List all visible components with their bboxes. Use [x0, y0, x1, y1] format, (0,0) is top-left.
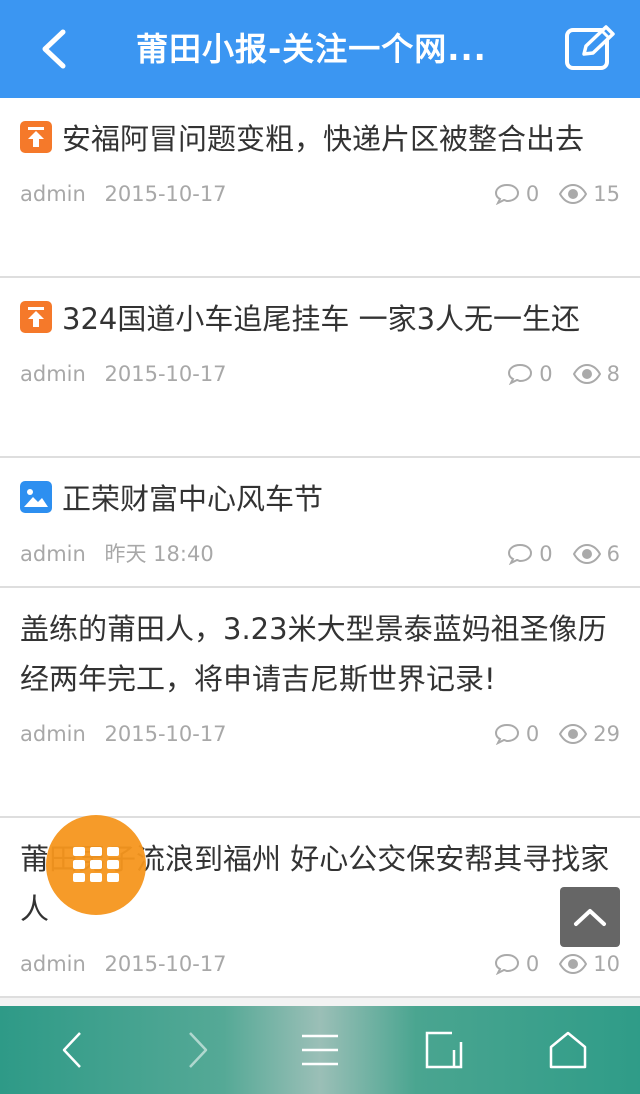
- article-date: 2015-10-17: [104, 722, 227, 746]
- article-item[interactable]: 324国道小车追尾挂车 一家3人无一生还 admin 2015-10-17 0 …: [0, 278, 640, 458]
- article-meta: admin 2015-10-17 0 29: [20, 704, 620, 764]
- browser-toolbar: [0, 1006, 640, 1094]
- chevron-right-icon: [189, 1032, 208, 1068]
- home-icon: [549, 1031, 587, 1069]
- browser-tabs-button[interactable]: [394, 1006, 494, 1094]
- article-title-row: 324国道小车追尾挂车 一家3人无一生还: [20, 294, 610, 344]
- comment-icon: [494, 953, 519, 975]
- top-nav-bar: 莆田小报-关注一个网...: [0, 0, 640, 98]
- back-to-top-button[interactable]: [560, 887, 620, 947]
- grid-menu-icon: [73, 847, 119, 882]
- comment-count: 0: [507, 344, 553, 404]
- article-author: admin: [20, 722, 86, 746]
- article-title: 324国道小车追尾挂车 一家3人无一生还: [62, 302, 581, 336]
- article-title: 正荣财富中心风车节: [62, 482, 324, 516]
- eye-icon: [572, 364, 601, 384]
- article-date: 2015-10-17: [104, 182, 227, 206]
- article-title-row: 安福阿冒问题变粗，快递片区被整合出去: [20, 114, 610, 164]
- browser-menu-button[interactable]: [270, 1006, 370, 1094]
- article-date: 2015-10-17: [104, 362, 227, 386]
- view-count: 29: [559, 704, 620, 764]
- article-title: 盖练的莆田人，3.23米大型景泰蓝妈祖圣像历经两年完工，将申请吉尼斯世界记录!: [20, 612, 607, 696]
- edit-icon: [565, 25, 615, 70]
- hamburger-menu-icon: [302, 1034, 338, 1066]
- article-item[interactable]: 安福阿冒问题变粗，快递片区被整合出去 admin 2015-10-17 0 15: [0, 98, 640, 278]
- back-button[interactable]: [28, 24, 78, 74]
- article-meta: admin 昨天 18:40 0 6: [20, 524, 620, 584]
- app-menu-button[interactable]: [46, 815, 146, 915]
- article-author: admin: [20, 362, 86, 386]
- page-title: 莆田小报-关注一个网...: [136, 30, 487, 68]
- article-date: 2015-10-17: [104, 952, 227, 976]
- article-author: admin: [20, 182, 86, 206]
- browser-back-button[interactable]: [22, 1006, 122, 1094]
- comment-icon: [508, 543, 533, 565]
- comment-count: 0: [494, 164, 539, 224]
- article-item[interactable]: 盖练的莆田人，3.23米大型景泰蓝妈祖圣像历经两年完工，将申请吉尼斯世界记录! …: [0, 588, 640, 818]
- view-count: 6: [572, 524, 620, 584]
- article-title: 安福阿冒问题变粗，快递片区被整合出去: [62, 122, 585, 156]
- page: 莆田小报-关注一个网... 安福阿冒问题变粗，快递片区被整合出去 admin 2…: [0, 0, 640, 1094]
- comment-icon: [494, 723, 519, 745]
- article-date: 昨天 18:40: [104, 542, 214, 566]
- pinned-tag-icon: [20, 301, 52, 333]
- eye-icon: [559, 724, 588, 744]
- view-count: 8: [572, 344, 620, 404]
- tabs-icon: [425, 1031, 463, 1069]
- article-title-row: 正荣财富中心风车节: [20, 474, 610, 524]
- browser-home-button[interactable]: [518, 1006, 618, 1094]
- article-title-row: 盖练的莆田人，3.23米大型景泰蓝妈祖圣像历经两年完工，将申请吉尼斯世界记录!: [20, 604, 610, 704]
- comment-count: 0: [507, 524, 553, 584]
- image-tag-icon: [20, 481, 52, 513]
- edit-button[interactable]: [564, 24, 616, 72]
- article-author: admin: [20, 952, 86, 976]
- chevron-left-icon: [62, 1032, 81, 1068]
- view-count: 15: [559, 164, 620, 224]
- browser-forward-button[interactable]: [148, 1006, 248, 1094]
- article-meta: admin 2015-10-17 0 8: [20, 344, 620, 404]
- article-item[interactable]: 正荣财富中心风车节 admin 昨天 18:40 0 6: [0, 458, 640, 588]
- article-meta: admin 2015-10-17 0 15: [20, 164, 620, 224]
- eye-icon: [559, 184, 588, 204]
- eye-icon: [559, 954, 588, 974]
- comment-icon: [508, 363, 533, 385]
- pinned-tag-icon: [20, 121, 52, 153]
- chevron-left-icon: [42, 29, 66, 69]
- article-meta: admin 2015-10-17 0 10: [20, 934, 620, 994]
- eye-icon: [572, 544, 601, 564]
- chevron-up-icon: [574, 909, 606, 926]
- article-author: admin: [20, 542, 86, 566]
- comment-icon: [494, 183, 519, 205]
- comment-count: 0: [494, 934, 539, 994]
- comment-count: 0: [494, 704, 539, 764]
